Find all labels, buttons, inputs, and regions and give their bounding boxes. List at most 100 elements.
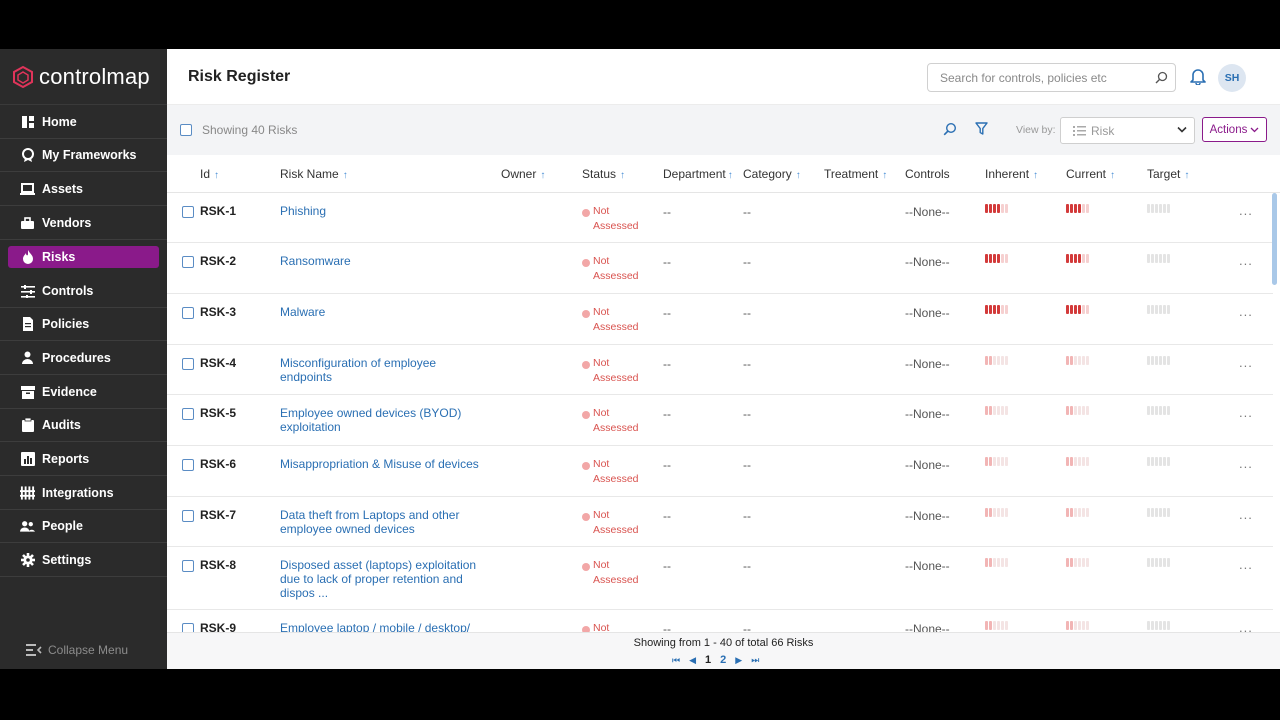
row-actions-menu[interactable]: ... bbox=[1239, 456, 1253, 471]
row-actions-menu[interactable]: ... bbox=[1239, 355, 1253, 370]
sidebar-item-home[interactable]: Home bbox=[0, 106, 167, 139]
notification-bell-icon[interactable] bbox=[1190, 67, 1206, 85]
sort-arrow-icon: ↑ bbox=[1110, 170, 1116, 181]
table-row[interactable]: RSK-7 Data theft from Laptops and other e… bbox=[167, 497, 1273, 547]
table-row[interactable]: RSK-8 Disposed asset (laptops) exploitati… bbox=[167, 547, 1273, 610]
status-text: Not Assessed bbox=[593, 559, 639, 586]
next-page-icon[interactable]: ▶ bbox=[735, 655, 742, 666]
meter-segment bbox=[1070, 406, 1073, 415]
meter-segment bbox=[1066, 305, 1069, 314]
risk-name-link[interactable]: Employee owned devices (BYOD) exploitati… bbox=[280, 406, 485, 434]
row-checkbox[interactable] bbox=[182, 510, 194, 522]
column-header-inherent[interactable]: Inherent ↑ bbox=[985, 167, 1038, 181]
actions-button[interactable]: Actions bbox=[1202, 117, 1267, 142]
risk-name-link[interactable]: Misappropriation & Misuse of devices bbox=[280, 457, 485, 471]
column-header-department[interactable]: Department ↑ bbox=[663, 167, 733, 181]
meter-segment bbox=[1070, 356, 1073, 365]
sidebar-item-integrations[interactable]: Integrations bbox=[0, 477, 167, 510]
row-checkbox[interactable] bbox=[182, 358, 194, 370]
page-title: Risk Register bbox=[188, 68, 291, 85]
column-header-current[interactable]: Current ↑ bbox=[1066, 167, 1115, 181]
column-header-target[interactable]: Target ↑ bbox=[1147, 167, 1189, 181]
row-actions-menu[interactable]: ... bbox=[1239, 253, 1253, 268]
column-header-risk-name[interactable]: Risk Name ↑ bbox=[280, 167, 348, 181]
column-header-controls[interactable]: Controls bbox=[905, 167, 950, 181]
table-row[interactable]: RSK-3 Malware Not Assessed -- -- --None--... bbox=[167, 294, 1273, 345]
column-label: Controls bbox=[905, 167, 950, 181]
meter-segment bbox=[1070, 457, 1073, 466]
row-checkbox[interactable] bbox=[182, 459, 194, 471]
meter-segment bbox=[1151, 356, 1154, 365]
sidebar-item-evidence[interactable]: Evidence bbox=[0, 376, 167, 409]
meter-segment bbox=[1082, 204, 1085, 213]
logo[interactable]: controlmap bbox=[0, 49, 167, 105]
table-row[interactable]: RSK-9 Employee laptop / mobile / desktop/… bbox=[167, 610, 1273, 633]
search-icon[interactable] bbox=[1155, 71, 1168, 84]
row-actions-menu[interactable]: ... bbox=[1239, 557, 1253, 572]
column-header-status[interactable]: Status ↑ bbox=[582, 167, 625, 181]
search-input[interactable] bbox=[928, 64, 1148, 91]
meter-segment bbox=[1066, 558, 1069, 567]
view-by-select[interactable]: Risk bbox=[1060, 117, 1195, 144]
risk-name-link[interactable]: Data theft from Laptops and other employ… bbox=[280, 508, 485, 536]
sidebar-item-people[interactable]: People bbox=[0, 510, 167, 543]
select-all-checkbox[interactable] bbox=[180, 124, 192, 136]
table-body: RSK-1 Phishing Not Assessed -- -- --None--...… bbox=[167, 193, 1280, 633]
row-actions-menu[interactable]: ... bbox=[1239, 405, 1253, 420]
row-checkbox[interactable] bbox=[182, 206, 194, 218]
sidebar-item-assets[interactable]: Assets bbox=[0, 173, 167, 206]
meter-segment bbox=[1078, 204, 1081, 213]
table-row[interactable]: RSK-5 Employee owned devices (BYOD) explo… bbox=[167, 395, 1273, 446]
sidebar-item-my-frameworks[interactable]: My Frameworks bbox=[0, 139, 167, 172]
risk-name-link[interactable]: Misconfiguration of employee endpoints bbox=[280, 356, 485, 384]
collapse-menu-button[interactable]: Collapse Menu bbox=[26, 643, 128, 657]
department-value: -- bbox=[663, 559, 671, 573]
sidebar-item-policies[interactable]: Policies bbox=[0, 308, 167, 341]
table-row[interactable]: RSK-1 Phishing Not Assessed -- -- --None--... bbox=[167, 193, 1273, 243]
meter-segment bbox=[1163, 305, 1166, 314]
category-value: -- bbox=[743, 509, 751, 523]
first-page-icon[interactable]: ⏮ bbox=[672, 655, 680, 666]
page-2-button[interactable]: 2 bbox=[720, 654, 726, 666]
sidebar-item-risks[interactable]: Risks bbox=[8, 246, 159, 268]
prev-page-icon[interactable]: ◀ bbox=[689, 655, 696, 666]
filter-icon[interactable] bbox=[975, 122, 988, 136]
last-page-icon[interactable]: ⏭ bbox=[751, 655, 759, 666]
target-risk-meter bbox=[1147, 204, 1171, 213]
risk-name-link[interactable]: Phishing bbox=[280, 204, 485, 218]
row-checkbox[interactable] bbox=[182, 408, 194, 420]
column-header-category[interactable]: Category ↑ bbox=[743, 167, 801, 181]
sidebar-item-procedures[interactable]: Procedures bbox=[0, 342, 167, 375]
sidebar-item-controls[interactable]: Controls bbox=[0, 275, 167, 308]
table-row[interactable]: RSK-6 Misappropriation & Misuse of device… bbox=[167, 446, 1273, 497]
sidebar-item-vendors[interactable]: Vendors bbox=[0, 207, 167, 240]
sort-arrow-icon: ↑ bbox=[214, 170, 220, 181]
row-checkbox[interactable] bbox=[182, 256, 194, 268]
meter-segment bbox=[1001, 305, 1004, 314]
table-row[interactable]: RSK-4 Misconfiguration of employee endpoi… bbox=[167, 345, 1273, 395]
table-search-icon[interactable] bbox=[943, 122, 957, 136]
chevron-down-icon bbox=[1177, 126, 1187, 133]
row-actions-menu[interactable]: ... bbox=[1239, 203, 1253, 218]
risk-name-link[interactable]: Ransomware bbox=[280, 254, 485, 268]
current-risk-meter bbox=[1066, 356, 1090, 365]
meter-segment bbox=[989, 508, 992, 517]
row-actions-menu[interactable]: ... bbox=[1239, 507, 1253, 522]
sidebar-item-reports[interactable]: Reports bbox=[0, 443, 167, 476]
table-row[interactable]: RSK-2 Ransomware Not Assessed -- -- --None--.… bbox=[167, 243, 1273, 294]
row-checkbox[interactable] bbox=[182, 307, 194, 319]
sidebar-item-settings[interactable]: Settings bbox=[0, 544, 167, 577]
inherent-risk-meter bbox=[985, 558, 1009, 567]
risk-name-link[interactable]: Disposed asset (laptops) exploitation du… bbox=[280, 558, 485, 600]
inherent-risk-meter bbox=[985, 621, 1009, 630]
user-avatar[interactable]: SH bbox=[1218, 64, 1246, 92]
column-header-id[interactable]: Id ↑ bbox=[200, 167, 219, 181]
column-header-treatment[interactable]: Treatment ↑ bbox=[824, 167, 887, 181]
row-checkbox[interactable] bbox=[182, 560, 194, 572]
sidebar-item-audits[interactable]: Audits bbox=[0, 409, 167, 442]
column-header-owner[interactable]: Owner ↑ bbox=[501, 167, 545, 181]
risk-name-link[interactable]: Malware bbox=[280, 305, 485, 319]
page-1-button[interactable]: 1 bbox=[705, 654, 711, 666]
row-actions-menu[interactable]: ... bbox=[1239, 304, 1253, 319]
scrollbar[interactable] bbox=[1272, 193, 1277, 285]
